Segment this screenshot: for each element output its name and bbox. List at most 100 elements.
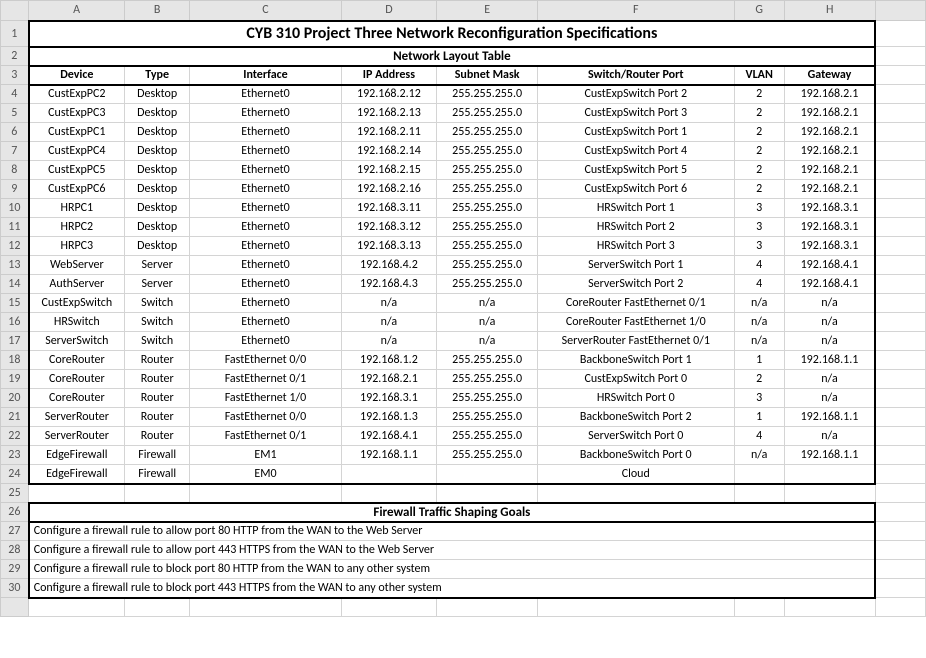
table-cell[interactable]: 255.255.255.0 xyxy=(437,389,538,408)
table-cell[interactable]: FastEthernet 0/1 xyxy=(190,427,341,446)
table-cell[interactable]: 4 xyxy=(734,427,784,446)
blank-cell[interactable] xyxy=(341,598,437,617)
blank-cell[interactable] xyxy=(875,465,925,484)
blank-cell[interactable] xyxy=(875,389,925,408)
table-cell[interactable]: n/a xyxy=(784,332,875,351)
blank-cell[interactable] xyxy=(875,237,925,256)
blank-cell[interactable] xyxy=(437,484,538,503)
blank-cell[interactable] xyxy=(875,104,925,123)
table-cell[interactable]: n/a xyxy=(784,313,875,332)
blank-cell[interactable] xyxy=(875,218,925,237)
table-header-gateway[interactable]: Gateway xyxy=(784,66,875,85)
table-cell[interactable]: 192.168.2.11 xyxy=(341,123,437,142)
col-header-a[interactable]: A xyxy=(29,1,125,21)
table-cell[interactable]: Ethernet0 xyxy=(190,85,341,104)
row-13[interactable]: 13WebServerServerEthernet0192.168.4.2255… xyxy=(1,256,926,275)
col-header-g[interactable]: G xyxy=(734,1,784,21)
row-header-28[interactable]: 28 xyxy=(1,541,29,560)
blank-cell[interactable] xyxy=(341,484,437,503)
table-cell[interactable]: 192.168.1.3 xyxy=(341,408,437,427)
table-header-vlan[interactable]: VLAN xyxy=(734,66,784,85)
table-cell[interactable]: 255.255.255.0 xyxy=(437,199,538,218)
row-5[interactable]: 5CustExpPC3DesktopEthernet0192.168.2.132… xyxy=(1,104,926,123)
table-cell[interactable]: n/a xyxy=(341,332,437,351)
table-cell[interactable]: CustExpPC2 xyxy=(29,85,125,104)
table-cell[interactable]: Ethernet0 xyxy=(190,218,341,237)
table-cell[interactable]: Ethernet0 xyxy=(190,294,341,313)
table-cell[interactable]: ServerRouter xyxy=(29,427,125,446)
table-cell[interactable]: 2 xyxy=(734,180,784,199)
row-header-10[interactable]: 10 xyxy=(1,199,29,218)
table-cell[interactable]: Switch xyxy=(124,294,189,313)
select-all-corner[interactable] xyxy=(1,1,29,21)
firewall-title[interactable]: Firewall Traffic Shaping Goals xyxy=(29,503,875,522)
table-cell[interactable]: HRSwitch xyxy=(29,313,125,332)
row-28[interactable]: 28Configure a firewall rule to allow por… xyxy=(1,541,926,560)
blank-cell[interactable] xyxy=(875,85,925,104)
table-header-mask[interactable]: Subnet Mask xyxy=(437,66,538,85)
blank-cell[interactable] xyxy=(875,294,925,313)
table-cell[interactable]: CustExpSwitch Port 6 xyxy=(538,180,734,199)
blank-cell[interactable] xyxy=(875,47,925,66)
row-header-23[interactable]: 23 xyxy=(1,446,29,465)
table-cell[interactable] xyxy=(784,465,875,484)
row-4[interactable]: 4CustExpPC2DesktopEthernet0192.168.2.122… xyxy=(1,85,926,104)
table-cell[interactable] xyxy=(341,465,437,484)
page-title[interactable]: CYB 310 Project Three Network Reconfigur… xyxy=(29,21,875,47)
table-cell[interactable]: FastEthernet 0/1 xyxy=(190,370,341,389)
col-header-b[interactable]: B xyxy=(124,1,189,21)
blank-cell[interactable] xyxy=(734,484,784,503)
blank-cell[interactable] xyxy=(190,598,341,617)
row-23[interactable]: 23EdgeFirewallFirewallEM1192.168.1.1255.… xyxy=(1,446,926,465)
table-cell[interactable]: 192.168.4.3 xyxy=(341,275,437,294)
blank-cell[interactable] xyxy=(875,598,925,617)
blank-cell[interactable] xyxy=(29,598,125,617)
row-header-30[interactable]: 30 xyxy=(1,579,29,598)
table-cell[interactable]: 192.168.4.1 xyxy=(341,427,437,446)
blank-cell[interactable] xyxy=(875,446,925,465)
table-cell[interactable]: Ethernet0 xyxy=(190,313,341,332)
row-29[interactable]: 29Configure a firewall rule to block por… xyxy=(1,560,926,579)
table-cell[interactable]: 192.168.4.1 xyxy=(784,256,875,275)
table-cell[interactable]: 255.255.255.0 xyxy=(437,104,538,123)
row-header-9[interactable]: 9 xyxy=(1,180,29,199)
table-cell[interactable]: 3 xyxy=(734,389,784,408)
blank-cell[interactable] xyxy=(124,484,189,503)
table-cell[interactable]: Router xyxy=(124,389,189,408)
table-cell[interactable]: Router xyxy=(124,351,189,370)
table-cell[interactable]: CustExpSwitch Port 0 xyxy=(538,370,734,389)
table-cell[interactable]: CustExpPC6 xyxy=(29,180,125,199)
blank-cell[interactable] xyxy=(875,180,925,199)
row-26[interactable]: 26Firewall Traffic Shaping Goals xyxy=(1,503,926,522)
blank-cell[interactable] xyxy=(875,275,925,294)
table-cell[interactable]: 192.168.3.1 xyxy=(784,237,875,256)
row-header-25[interactable]: 25 xyxy=(1,484,29,503)
table-cell[interactable]: Desktop xyxy=(124,104,189,123)
table-cell[interactable]: Desktop xyxy=(124,218,189,237)
table-cell[interactable]: n/a xyxy=(734,294,784,313)
table-cell[interactable]: Switch xyxy=(124,332,189,351)
table-cell[interactable]: 192.168.2.12 xyxy=(341,85,437,104)
table-cell[interactable]: 255.255.255.0 xyxy=(437,142,538,161)
row-9[interactable]: 9CustExpPC6DesktopEthernet0192.168.2.162… xyxy=(1,180,926,199)
row-18[interactable]: 18CoreRouterRouterFastEthernet 0/0192.16… xyxy=(1,351,926,370)
table-cell[interactable]: HRSwitch Port 0 xyxy=(538,389,734,408)
blank-cell[interactable] xyxy=(190,484,341,503)
table-cell[interactable]: CustExpSwitch Port 1 xyxy=(538,123,734,142)
table-cell[interactable]: 192.168.2.16 xyxy=(341,180,437,199)
table-cell[interactable]: CustExpPC1 xyxy=(29,123,125,142)
row-21[interactable]: 21ServerRouterRouterFastEthernet 0/0192.… xyxy=(1,408,926,427)
table-cell[interactable]: CustExpSwitch Port 2 xyxy=(538,85,734,104)
table-cell[interactable]: 192.168.3.11 xyxy=(341,199,437,218)
row-header-2[interactable]: 2 xyxy=(1,47,29,66)
table-cell[interactable]: Firewall xyxy=(124,465,189,484)
row-22[interactable]: 22ServerRouterRouterFastEthernet 0/1192.… xyxy=(1,427,926,446)
table-cell[interactable]: 192.168.2.13 xyxy=(341,104,437,123)
table-cell[interactable]: HRPC2 xyxy=(29,218,125,237)
blank-cell[interactable] xyxy=(875,370,925,389)
table-cell[interactable]: Ethernet0 xyxy=(190,104,341,123)
table-cell[interactable]: CoreRouter xyxy=(29,389,125,408)
row-24[interactable]: 24EdgeFirewallFirewallEM0Cloud xyxy=(1,465,926,484)
blank-cell[interactable] xyxy=(875,522,925,541)
table-cell[interactable]: ServerSwitch xyxy=(29,332,125,351)
